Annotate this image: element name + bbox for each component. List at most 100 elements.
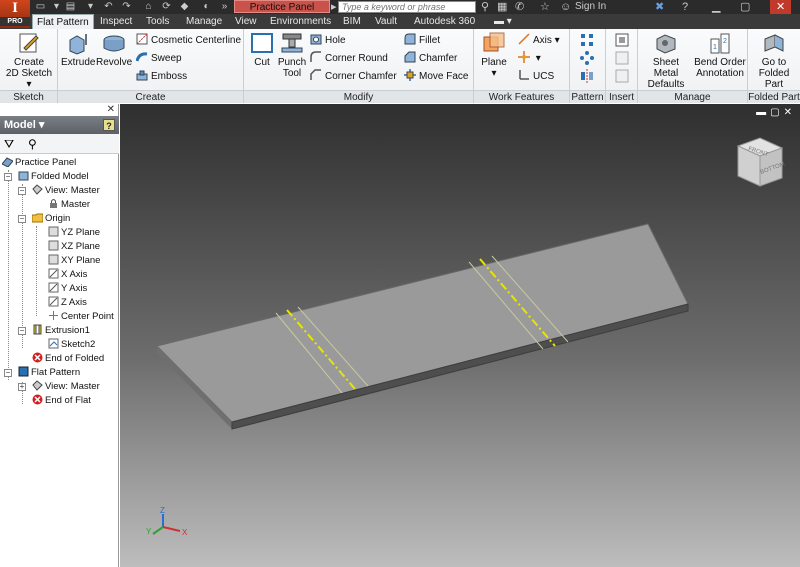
graphics-viewport[interactable]: ▬▢✕ FRONT BOTTOM Z X Y xyxy=(120,104,800,567)
create-2d-sketch-button[interactable]: Create 2D Sketch ▾ xyxy=(3,31,55,90)
tree-center-point[interactable]: Center Point xyxy=(48,310,114,324)
tree-sketch2[interactable]: Sketch2 xyxy=(48,338,95,352)
maximize-icon[interactable]: ▢ xyxy=(740,0,750,14)
ucs-button[interactable]: UCS xyxy=(518,68,554,85)
hole-button[interactable]: Hole xyxy=(310,32,346,49)
expander-view-master[interactable]: − xyxy=(18,187,26,195)
tree-origin-label: Origin xyxy=(45,213,71,224)
tab-tools[interactable]: Tools xyxy=(142,14,173,29)
favorites-icon[interactable]: ☆ xyxy=(540,0,550,14)
axis-node-icon xyxy=(48,282,59,293)
home-icon[interactable]: ⌂ xyxy=(142,1,155,13)
expander-origin[interactable]: − xyxy=(18,215,26,223)
tab-manage[interactable]: Manage xyxy=(182,14,226,29)
viewcube[interactable]: FRONT BOTTOM xyxy=(736,137,786,187)
undo-icon[interactable]: ↶ xyxy=(102,1,115,13)
tab-view[interactable]: View xyxy=(231,14,261,29)
bend-order-annotation-button[interactable]: 12 Bend Order Annotation xyxy=(693,31,747,79)
exchange-icon[interactable]: ✖ xyxy=(655,0,664,14)
chamfer-button[interactable]: Chamfer xyxy=(404,50,457,67)
tree-x-axis[interactable]: X Axis xyxy=(48,268,87,282)
tree-origin[interactable]: Origin xyxy=(32,212,70,226)
expander-view-master-2[interactable]: + xyxy=(18,383,26,391)
tree-extrusion1[interactable]: Extrusion1 xyxy=(32,324,90,338)
plane-button[interactable]: Plane ▾ xyxy=(478,31,510,79)
material-icon[interactable]: ◆ xyxy=(178,1,191,13)
tab-flat-pattern[interactable]: Flat Pattern xyxy=(32,14,94,29)
mirror-icon[interactable] xyxy=(580,69,594,83)
tree-master[interactable]: Master xyxy=(48,198,90,212)
minimize-icon[interactable]: ▁ xyxy=(712,0,720,14)
subscription-icon[interactable]: ▦ xyxy=(497,0,507,14)
group-create-label: Create xyxy=(58,90,243,103)
save-icon[interactable]: ▤ xyxy=(64,1,77,13)
sweep-button[interactable]: Sweep xyxy=(136,50,182,67)
new-file-icon[interactable]: ▭ xyxy=(34,1,47,13)
axis-button[interactable]: Axis ▾ xyxy=(518,32,560,49)
redo-icon[interactable]: ↷ xyxy=(120,1,133,13)
communication-icon[interactable]: ✆ xyxy=(515,0,524,14)
cosmetic-centerline-button[interactable]: Cosmetic Centerline xyxy=(136,32,241,49)
extrude-button[interactable]: Extrude xyxy=(61,31,95,68)
go-to-folded-part-button[interactable]: Go to Folded Part xyxy=(749,31,799,90)
tree-xy-plane[interactable]: XY Plane xyxy=(48,254,100,268)
tab-bim[interactable]: BIM xyxy=(339,14,365,29)
expander-flat-pattern[interactable]: − xyxy=(4,369,12,377)
tree-view-master-2[interactable]: View: Master xyxy=(32,380,100,394)
browser-header[interactable]: Model ▾ ? xyxy=(0,116,119,134)
expander-extrusion1[interactable]: − xyxy=(18,327,26,335)
save-dropdown-icon[interactable]: ▾ xyxy=(84,1,97,13)
help-icon[interactable]: ? xyxy=(682,0,688,14)
tree-yz-plane[interactable]: YZ Plane xyxy=(48,226,100,240)
browser-close-icon[interactable]: ✕ xyxy=(107,104,115,116)
rectangular-pattern-icon[interactable] xyxy=(580,33,594,47)
application-menu-button[interactable]: I PRO xyxy=(0,0,30,28)
tab-vault[interactable]: Vault xyxy=(371,14,401,29)
tab-inspect[interactable]: Inspect xyxy=(96,14,136,29)
find-icon[interactable]: ⚲ xyxy=(28,137,37,151)
cut-button[interactable]: Cut xyxy=(248,31,276,68)
tree-end-of-folded[interactable]: End of Folded xyxy=(32,352,104,366)
punch-tool-button[interactable]: Punch Tool xyxy=(276,31,308,79)
corner-chamfer-button[interactable]: Corner Chamfer xyxy=(310,68,397,85)
fillet-button[interactable]: Fillet xyxy=(404,32,440,49)
group-manage: Sheet Metal Defaults 12 Bend Order Annot… xyxy=(638,29,748,103)
filter-icon[interactable]: ⛛ xyxy=(4,137,14,152)
insert-object-icon[interactable] xyxy=(615,69,629,83)
plane-node-icon xyxy=(48,226,59,237)
search-input[interactable] xyxy=(338,1,476,13)
tree-root[interactable]: Practice Panel xyxy=(2,156,76,170)
insert-derive-icon[interactable] xyxy=(615,33,629,47)
expander-folded-model[interactable]: − xyxy=(4,173,12,181)
user-icon[interactable]: ☺ xyxy=(560,0,571,14)
sign-in-link[interactable]: Sign In xyxy=(575,0,606,14)
tree-folded-model[interactable]: Folded Model xyxy=(18,170,89,184)
tree-z-axis[interactable]: Z Axis xyxy=(48,296,87,310)
insert-import-icon[interactable] xyxy=(615,51,629,65)
model-browser: ✕ Model ▾ ? ⛛ ⚲ Practice Panel − Folded … xyxy=(0,104,119,567)
emboss-button[interactable]: Emboss xyxy=(136,68,187,85)
tree-xz-plane[interactable]: XZ Plane xyxy=(48,240,100,254)
tree-end-of-flat[interactable]: End of Flat xyxy=(32,394,91,408)
point-button[interactable]: ▾ xyxy=(518,50,541,67)
more-icon[interactable]: » xyxy=(218,1,231,13)
tab-environments[interactable]: Environments xyxy=(266,14,335,29)
tree-flat-pattern[interactable]: Flat Pattern xyxy=(18,366,80,380)
tab-autodesk-360[interactable]: Autodesk 360 xyxy=(410,14,479,29)
open-file-icon[interactable]: ▾ xyxy=(50,1,63,13)
tree-view-master[interactable]: View: Master xyxy=(32,184,100,198)
revolve-button[interactable]: Revolve xyxy=(96,31,132,68)
flat-pattern-part[interactable] xyxy=(156,223,689,430)
corner-round-button[interactable]: Corner Round xyxy=(310,50,388,67)
circular-pattern-icon[interactable] xyxy=(580,51,594,65)
update-icon[interactable]: ⟳ xyxy=(160,1,173,13)
model-canvas[interactable]: FRONT BOTTOM Z X Y xyxy=(120,104,800,567)
ribbon-display-icon[interactable]: ▬ ▾ xyxy=(490,14,516,29)
close-icon[interactable]: ✕ xyxy=(770,0,792,14)
tree-y-axis[interactable]: Y Axis xyxy=(48,282,87,296)
appearance-icon[interactable]: ◐ xyxy=(200,1,213,13)
browser-help-icon[interactable]: ? xyxy=(103,119,115,131)
sheet-metal-defaults-button[interactable]: Sheet Metal Defaults xyxy=(640,31,692,90)
binoculars-icon[interactable]: ⚲ xyxy=(481,0,489,14)
move-face-button[interactable]: Move Face xyxy=(404,68,468,85)
